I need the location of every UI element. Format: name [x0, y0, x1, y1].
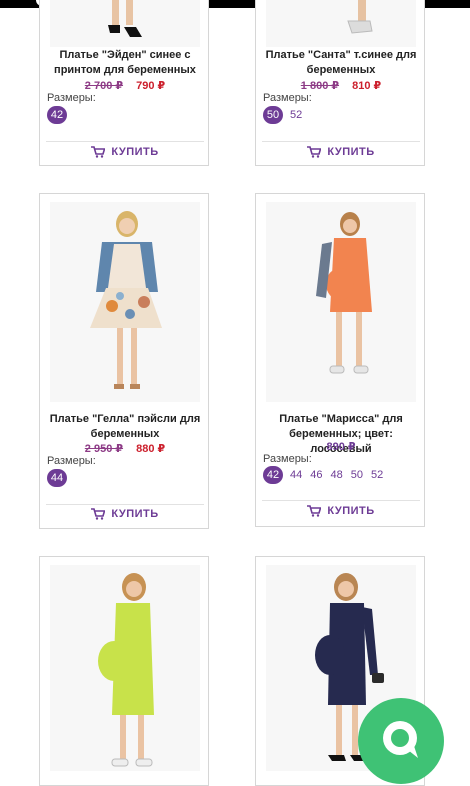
- divider: [262, 500, 420, 501]
- size-option-active[interactable]: 42: [263, 466, 283, 484]
- product-card-lime[interactable]: [39, 556, 209, 786]
- size-option[interactable]: 48: [330, 469, 344, 481]
- size-option[interactable]: 52: [289, 109, 303, 121]
- divider: [46, 504, 204, 505]
- model-lime-dress-graphic: [98, 573, 154, 767]
- cart-icon: [307, 505, 322, 517]
- size-option-active[interactable]: 42: [47, 106, 67, 124]
- old-price: 2 950 ₽: [84, 443, 124, 455]
- buy-button[interactable]: КУПИТЬ: [256, 144, 426, 160]
- sale-price: 790 ₽: [136, 80, 166, 92]
- product-image[interactable]: [266, 202, 416, 402]
- cart-icon: [91, 146, 106, 158]
- size-option-active[interactable]: 44: [47, 469, 67, 487]
- divider: [46, 141, 204, 142]
- chat-icon: [383, 721, 418, 758]
- product-card-santa[interactable]: Платье "Санта" т.синее для беременных 1 …: [255, 0, 425, 166]
- product-card-gella[interactable]: Платье "Гелла" пэйсли для беременных 2 9…: [39, 193, 209, 529]
- cart-icon: [91, 508, 106, 520]
- model-legs-graphic: [347, 0, 373, 34]
- sale-price: 880 ₽: [136, 443, 166, 455]
- buy-label: КУПИТЬ: [111, 508, 159, 520]
- old-price: 2 700 ₽: [84, 80, 124, 92]
- buy-button[interactable]: КУПИТЬ: [40, 506, 210, 522]
- buy-label: КУПИТЬ: [111, 146, 159, 158]
- model-salmon-dress-graphic: [316, 212, 372, 374]
- divider: [262, 141, 420, 142]
- size-option-active[interactable]: 50: [263, 106, 283, 124]
- buy-label: КУПИТЬ: [327, 146, 375, 158]
- product-image[interactable]: [50, 0, 200, 47]
- product-title[interactable]: Платье "Санта" т.синее для беременных: [260, 48, 422, 78]
- old-price: 1 800 ₽: [300, 80, 340, 92]
- product-card-marissa[interactable]: Платье "Марисса" для беременных; цвет: л…: [255, 193, 425, 527]
- sizes-list: 44: [47, 469, 67, 487]
- sizes-list: 42 44 46 48 50 52: [263, 466, 384, 484]
- product-title[interactable]: Платье "Эйден" синее с принтом для берем…: [44, 48, 206, 78]
- sizes-label: Размеры:: [47, 455, 96, 467]
- size-option[interactable]: 50: [350, 469, 364, 481]
- size-option[interactable]: 52: [370, 469, 384, 481]
- sizes-list: 42: [47, 106, 67, 124]
- sizes-label: Размеры:: [263, 92, 312, 104]
- cart-icon: [307, 146, 322, 158]
- sizes-list: 50 52: [263, 106, 303, 124]
- price-block: 1 800 ₽ 810 ₽: [256, 79, 426, 92]
- model-paisley-dress-graphic: [90, 211, 162, 389]
- buy-button[interactable]: КУПИТЬ: [256, 503, 426, 519]
- price-block: 2 950 ₽ 880 ₽: [40, 442, 210, 455]
- size-option[interactable]: 46: [309, 469, 323, 481]
- product-title[interactable]: Платье "Гелла" пэйсли для беременных: [44, 412, 206, 442]
- product-card-eyden[interactable]: Платье "Эйден" синее с принтом для берем…: [39, 0, 209, 166]
- chat-button[interactable]: [358, 698, 444, 784]
- sizes-label: Размеры:: [47, 92, 96, 104]
- buy-button[interactable]: КУПИТЬ: [40, 144, 210, 160]
- sizes-label: Размеры:: [263, 453, 312, 465]
- price: 890 ₽: [326, 441, 356, 453]
- model-legs-graphic: [108, 0, 142, 37]
- size-option[interactable]: 44: [289, 469, 303, 481]
- price-block: 2 700 ₽ 790 ₽: [40, 79, 210, 92]
- price-block: 890 ₽: [256, 440, 426, 453]
- product-image[interactable]: [50, 565, 200, 771]
- product-image[interactable]: [50, 202, 200, 402]
- sale-price: 810 ₽: [352, 80, 382, 92]
- buy-label: КУПИТЬ: [327, 505, 375, 517]
- product-image[interactable]: [266, 0, 416, 47]
